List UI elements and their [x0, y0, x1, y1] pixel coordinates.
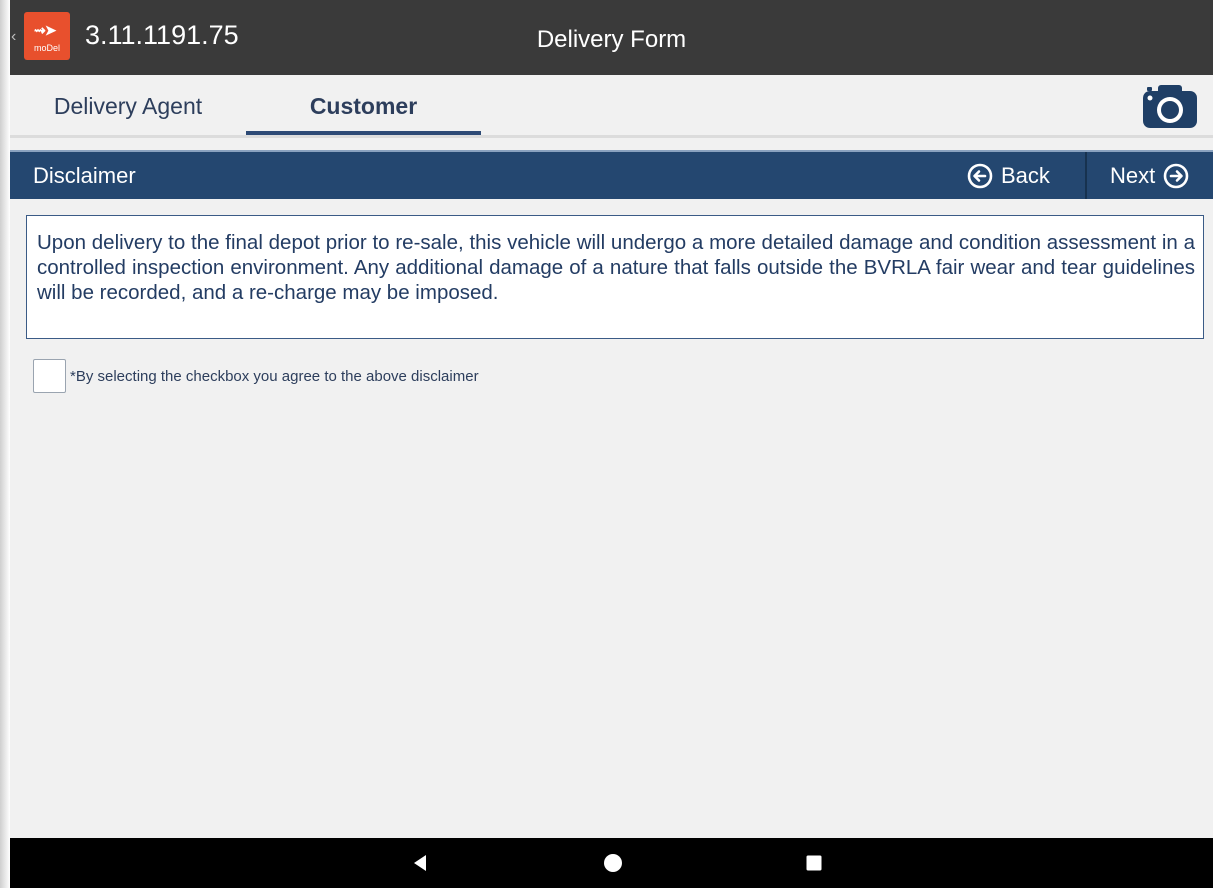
- circle-home-icon[interactable]: [583, 838, 643, 888]
- next-button[interactable]: Next: [1094, 152, 1213, 199]
- section-header: Disclaimer Back Next: [10, 150, 1213, 199]
- device-frame: ‹ ⇝➤ moDel 3.11.1191.75 Delivery Form De…: [0, 0, 1213, 888]
- next-label: Next: [1110, 162, 1156, 188]
- bezel-shadow: [0, 0, 10, 888]
- nav-divider: [1085, 152, 1087, 199]
- back-button[interactable]: Back: [965, 152, 1083, 199]
- page-title: Delivery Form: [536, 26, 687, 53]
- arrow-right-circle-icon: [1163, 163, 1189, 188]
- agree-checkbox-label: *By selecting the checkbox you agree to …: [70, 368, 479, 385]
- title-bar: ‹ ⇝➤ moDel 3.11.1191.75 Delivery Form: [10, 0, 1213, 75]
- camera-icon[interactable]: [1141, 83, 1199, 129]
- tab-customer[interactable]: Customer: [246, 75, 481, 135]
- square-recent-icon[interactable]: [784, 838, 844, 888]
- triangle-back-icon[interactable]: [390, 838, 450, 888]
- section-title: Disclaimer: [33, 163, 136, 188]
- app-screen: ‹ ⇝➤ moDel 3.11.1191.75 Delivery Form De…: [10, 0, 1213, 888]
- system-nav-bar: [10, 838, 1213, 888]
- arrow-left-circle-icon: [967, 163, 993, 188]
- agree-checkbox[interactable]: [33, 359, 66, 393]
- disclaimer-box: Upon delivery to the final depot prior t…: [26, 215, 1204, 339]
- tab-delivery-agent[interactable]: Delivery Agent: [10, 75, 246, 135]
- tab-bar: Delivery Agent Customer: [10, 75, 1213, 138]
- back-label: Back: [1001, 162, 1050, 188]
- disclaimer-text: Upon delivery to the final depot prior t…: [37, 231, 1195, 304]
